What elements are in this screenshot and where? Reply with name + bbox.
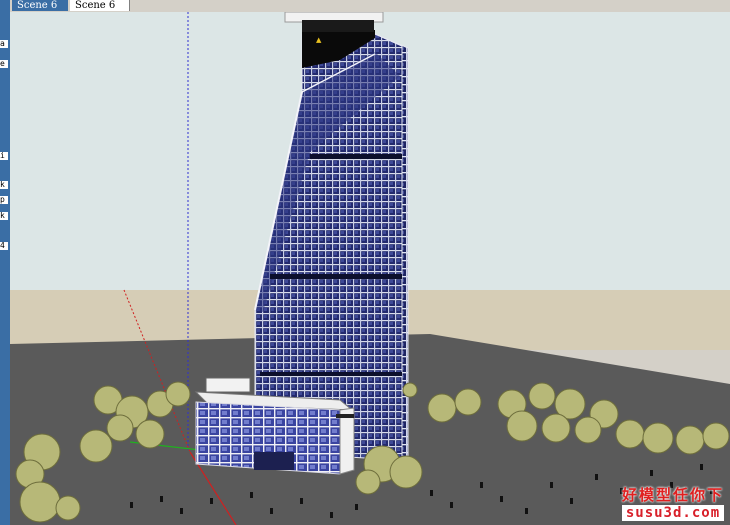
left-side-panel: a e i k p k 4 (0, 0, 10, 525)
panel-char: 4 (0, 242, 8, 250)
panel-char: a (0, 40, 8, 48)
panel-char: p (0, 196, 8, 204)
podium-entrance (254, 452, 294, 470)
panel-char: k (0, 212, 8, 220)
tab-scene-6[interactable]: Scene 6 (70, 0, 130, 11)
tab-scene-6-active[interactable]: Scene 6 (12, 0, 68, 11)
tower-crown-sign: ▲ (316, 36, 322, 44)
watermark-site: susu3d.com (621, 505, 724, 521)
panel-char: k (0, 181, 8, 189)
panel-char: i (0, 152, 8, 160)
tower-roof-structure (302, 20, 374, 32)
podium-sign (336, 414, 354, 418)
watermark-chinese: 好模型任你下 (621, 486, 724, 504)
tower-band (310, 154, 402, 159)
podium-rooftop-box (205, 377, 251, 393)
tower-band (260, 372, 402, 376)
panel-char: e (0, 60, 8, 68)
site-watermark: 好模型任你下 susu3d.com (621, 484, 724, 521)
tower-band (270, 274, 402, 279)
3d-viewport[interactable]: ▲ 好模型任你下 susu3d.com (10, 12, 730, 525)
